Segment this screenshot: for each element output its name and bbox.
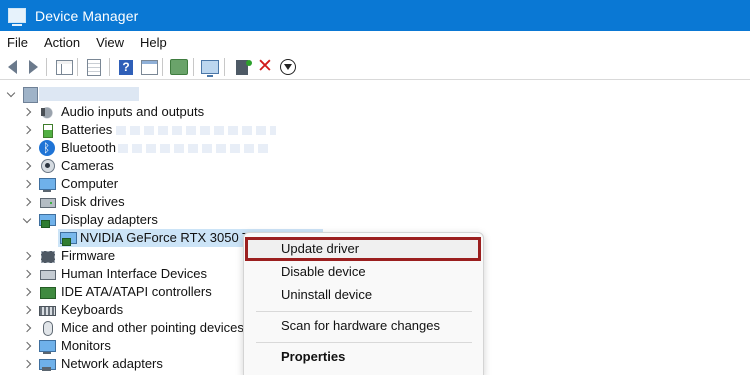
computer-root-icon [23, 87, 38, 103]
chevron-right-icon[interactable] [22, 341, 32, 351]
tree-item-label: Firmware [61, 248, 116, 263]
toolbar-separator [193, 58, 194, 76]
help-icon[interactable]: ? [117, 58, 135, 76]
toolbar-separator [109, 58, 110, 76]
toolbar-separator [46, 58, 47, 76]
context-menu: Update driver Disable device Uninstall d… [243, 232, 484, 375]
show-hide-console-tree-icon[interactable] [55, 58, 73, 76]
computer-icon [39, 176, 56, 192]
menu-separator [256, 311, 472, 312]
device-manager-icon [8, 8, 26, 26]
chevron-right-icon[interactable] [22, 161, 32, 171]
keyboard-icon [39, 302, 56, 318]
tree-item-label: Audio inputs and outputs [61, 104, 205, 119]
menu-scan-hardware[interactable]: Scan for hardware changes [281, 317, 440, 335]
chevron-right-icon[interactable] [22, 287, 32, 297]
redacted-strip [118, 144, 268, 153]
menu-update-driver[interactable]: Update driver [281, 240, 359, 258]
tree-item-label: Mice and other pointing devices [61, 320, 244, 335]
chevron-down-icon[interactable] [22, 214, 32, 225]
audio-icon [39, 104, 55, 120]
chevron-right-icon[interactable] [22, 269, 32, 279]
tree-item-label: Computer [61, 176, 119, 191]
toolbar-separator [162, 58, 163, 76]
download-icon[interactable] [279, 58, 297, 76]
tree-item-label: Batteries [61, 122, 113, 137]
menu-bar: File Action View Help [0, 31, 750, 53]
disk-icon [39, 194, 56, 210]
window-title: Device Manager [35, 7, 139, 24]
chevron-right-icon[interactable] [22, 107, 32, 117]
tree-item-label: Disk drives [61, 194, 125, 209]
tree-item-label: Network adapters [61, 356, 163, 371]
toolbar-separator [224, 58, 225, 76]
properties-sheet-icon[interactable] [85, 58, 103, 76]
chevron-right-icon[interactable] [22, 359, 32, 369]
chevron-down-icon[interactable] [6, 88, 16, 99]
network-icon [39, 356, 56, 372]
tree-item-label: Keyboards [61, 302, 124, 317]
menu-uninstall-device[interactable]: Uninstall device [281, 286, 372, 304]
display-adapter-icon [39, 212, 56, 228]
bluetooth-icon [39, 140, 55, 156]
toolbar: ? ✕ [0, 55, 750, 80]
tree-item-label: NVIDIA GeForce RTX 3050 Ti La [80, 230, 271, 245]
chevron-right-icon[interactable] [22, 251, 32, 261]
menu-properties[interactable]: Properties [281, 348, 345, 366]
forward-icon[interactable] [24, 58, 42, 76]
menu-help[interactable]: Help [132, 35, 175, 50]
back-icon[interactable] [3, 58, 21, 76]
redacted-strip [116, 126, 276, 135]
device-manager-window: Device Manager File Action View Help ? ✕ [0, 0, 750, 375]
redacted-computer-name [39, 87, 139, 101]
title-bar: Device Manager [0, 0, 750, 31]
monitor-icon[interactable] [201, 58, 219, 77]
gpu-icon [60, 230, 77, 246]
mouse-icon [39, 320, 55, 336]
hid-icon [39, 266, 56, 282]
menu-separator [256, 342, 472, 343]
menu-disable-device[interactable]: Disable device [281, 263, 366, 281]
uninstall-icon[interactable]: ✕ [256, 57, 274, 76]
menu-action[interactable]: Action [36, 35, 88, 50]
tree-item-label: Human Interface Devices [61, 266, 207, 281]
chip-icon [39, 248, 55, 264]
menu-file[interactable]: File [0, 35, 36, 50]
chevron-right-icon[interactable] [22, 125, 32, 135]
toolbar-separator [77, 58, 78, 76]
tree-item-label: IDE ATA/ATAPI controllers [61, 284, 212, 299]
tree-item-label: Cameras [61, 158, 114, 173]
chevron-right-icon[interactable] [22, 179, 32, 189]
ide-icon [39, 284, 56, 300]
chevron-right-icon[interactable] [22, 197, 32, 207]
menu-view[interactable]: View [88, 35, 132, 50]
monitor-icon [39, 338, 56, 354]
camera-icon [39, 158, 55, 174]
chevron-right-icon[interactable] [22, 323, 32, 333]
tree-item-label: Bluetooth [61, 140, 116, 155]
properties-pane-icon[interactable] [140, 58, 158, 76]
update-driver-icon[interactable] [233, 58, 252, 76]
battery-icon [39, 122, 55, 138]
tree-item-label: Monitors [61, 338, 111, 353]
tree-item-label: Display adapters [61, 212, 158, 227]
scan-hardware-icon[interactable] [170, 58, 188, 76]
chevron-right-icon[interactable] [22, 305, 32, 315]
chevron-right-icon[interactable] [22, 143, 32, 153]
